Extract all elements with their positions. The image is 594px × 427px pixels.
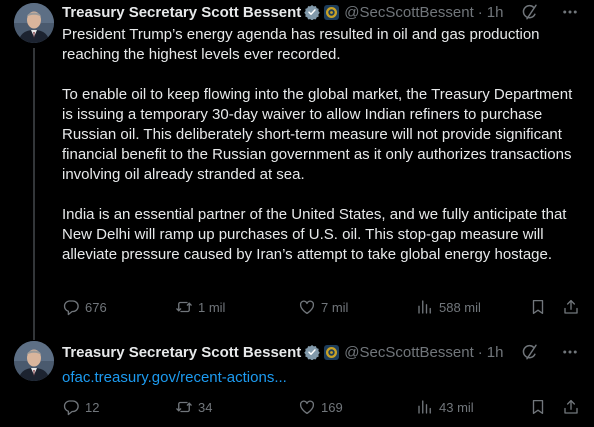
bookmark-button[interactable] xyxy=(529,397,547,417)
reply-count: 12 xyxy=(85,399,100,415)
like-button[interactable]: 169 xyxy=(298,397,343,417)
repost-button[interactable]: 1 mil xyxy=(175,297,225,317)
tweet-header: Treasury Secretary Scott Bessent @SecSco… xyxy=(62,2,503,22)
timestamp[interactable]: 1h xyxy=(487,344,504,361)
views-icon xyxy=(418,300,431,314)
tweet-link[interactable]: ofac.treasury.gov/recent-actions... xyxy=(62,368,287,388)
view-count: 43 mil xyxy=(439,399,474,415)
tweet-paragraph: To enable oil to keep flowing into the g… xyxy=(62,86,573,183)
share-button[interactable] xyxy=(562,397,580,417)
repost-icon xyxy=(176,401,192,413)
more-icon[interactable] xyxy=(560,342,580,362)
avatar[interactable] xyxy=(14,3,54,43)
separator-dot: · xyxy=(477,343,483,361)
display-name[interactable]: Treasury Secretary Scott Bessent xyxy=(62,344,301,361)
like-icon xyxy=(299,300,315,315)
timestamp[interactable]: 1h xyxy=(487,4,504,21)
repost-icon xyxy=(176,301,192,313)
bookmark-icon xyxy=(532,399,544,415)
like-button[interactable]: 7 mil xyxy=(298,297,348,317)
tweet[interactable]: Treasury Secretary Scott Bessent @SecSco… xyxy=(0,331,594,427)
tweet[interactable]: Treasury Secretary Scott Bessent @SecSco… xyxy=(0,0,594,340)
tweet-actions: 12 34 169 43 mil xyxy=(62,397,582,417)
reply-button[interactable]: 676 xyxy=(62,297,107,317)
grok-icon[interactable] xyxy=(520,342,540,362)
grok-icon[interactable] xyxy=(520,2,540,22)
views-button[interactable]: 43 mil xyxy=(416,397,474,417)
tweet-paragraph: India is an essential partner of the Uni… xyxy=(62,206,567,263)
more-icon[interactable] xyxy=(560,2,580,22)
thread-line xyxy=(33,48,35,340)
share-icon xyxy=(564,399,578,414)
separator-dot: · xyxy=(477,3,483,21)
verified-badge-icon[interactable] xyxy=(304,4,321,20)
views-icon xyxy=(418,400,431,414)
tweet-text: President Trump’s energy agenda has resu… xyxy=(62,25,584,265)
repost-button[interactable]: 34 xyxy=(175,397,212,417)
tweet-header-actions xyxy=(520,342,580,362)
repost-count: 34 xyxy=(198,399,213,415)
reply-icon xyxy=(63,300,79,316)
like-count: 169 xyxy=(321,399,343,415)
verified-badge-icon[interactable] xyxy=(304,344,321,360)
repost-count: 1 mil xyxy=(198,299,226,315)
tweet-paragraph: President Trump’s energy agenda has resu… xyxy=(62,26,540,63)
handle[interactable]: @SecScottBessent xyxy=(344,4,473,21)
handle[interactable]: @SecScottBessent xyxy=(344,344,473,361)
views-button[interactable]: 588 mil xyxy=(416,297,481,317)
government-badge-icon[interactable] xyxy=(324,4,340,20)
bookmark-icon xyxy=(532,299,544,315)
avatar[interactable] xyxy=(14,341,54,381)
reply-button[interactable]: 12 xyxy=(62,397,99,417)
tweet-header: Treasury Secretary Scott Bessent @SecSco… xyxy=(62,342,503,362)
tweet-header-actions xyxy=(520,2,580,22)
share-button[interactable] xyxy=(562,297,580,317)
bookmark-button[interactable] xyxy=(529,297,547,317)
display-name[interactable]: Treasury Secretary Scott Bessent xyxy=(62,4,301,21)
view-count: 588 mil xyxy=(439,299,481,315)
share-icon xyxy=(564,299,578,314)
government-badge-icon[interactable] xyxy=(324,344,340,360)
tweet-actions: 676 1 mil 7 mil 588 mil xyxy=(62,297,582,317)
reply-count: 676 xyxy=(85,299,107,315)
like-icon xyxy=(299,400,315,415)
like-count: 7 mil xyxy=(321,299,349,315)
reply-icon xyxy=(63,400,79,416)
